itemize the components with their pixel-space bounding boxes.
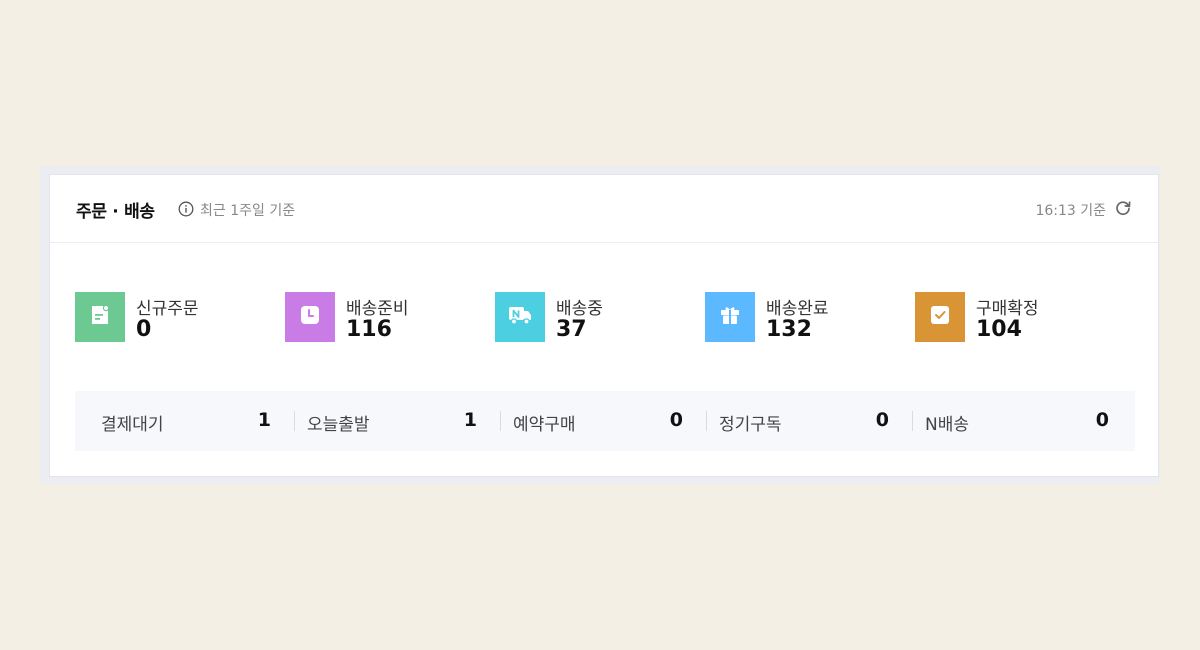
sub-label: 오늘출발 bbox=[307, 415, 370, 435]
sub-value: 0 bbox=[669, 409, 683, 431]
sub-value: 1 bbox=[257, 409, 271, 431]
stat-value: 0 bbox=[136, 317, 152, 342]
stat-value: 37 bbox=[556, 317, 587, 342]
refresh-icon[interactable] bbox=[1114, 199, 1132, 217]
check-icon bbox=[928, 303, 952, 331]
gift-icon bbox=[718, 303, 742, 331]
period-text: 최근 1주일 기준 bbox=[200, 203, 296, 219]
stat-label: 배송중 bbox=[556, 299, 603, 319]
card-header: 주문 · 배송 최근 1주일 기준 16:13 기준 bbox=[50, 175, 1158, 243]
stat-value: 132 bbox=[766, 317, 812, 342]
stat-icon-box bbox=[285, 292, 335, 342]
clock-icon bbox=[298, 303, 322, 331]
stat-icon-box bbox=[75, 292, 125, 342]
sub-label: 예약구매 bbox=[513, 415, 576, 435]
sub-item-n-delivery[interactable]: N배송 0 bbox=[899, 391, 1119, 451]
stat-delivered[interactable]: 배송완료 132 bbox=[705, 292, 905, 344]
stat-shipping[interactable]: 배송중 37 bbox=[495, 292, 695, 344]
truck-icon bbox=[507, 303, 533, 331]
stat-value: 116 bbox=[346, 317, 392, 342]
sub-item-payment-pending[interactable]: 결제대기 1 bbox=[75, 391, 281, 451]
stat-icon-box bbox=[495, 292, 545, 342]
stat-confirmed[interactable]: 구매확정 104 bbox=[915, 292, 1115, 344]
info-icon[interactable] bbox=[178, 201, 194, 217]
sub-status-bar: 결제대기 1 오늘출발 1 예약구매 0 정기구독 0 N배송 0 bbox=[75, 391, 1135, 451]
stat-icon-box bbox=[915, 292, 965, 342]
sub-item-subscription[interactable]: 정기구독 0 bbox=[693, 391, 899, 451]
stat-new-order[interactable]: 신규주문 0 bbox=[75, 292, 275, 344]
stat-value: 104 bbox=[976, 317, 1022, 342]
sub-label: N배송 bbox=[925, 415, 969, 435]
stat-label: 배송준비 bbox=[346, 299, 409, 319]
sub-value: 1 bbox=[463, 409, 477, 431]
updated-time: 16:13 기준 bbox=[1035, 203, 1106, 219]
stat-label: 신규주문 bbox=[136, 299, 199, 319]
stat-preparing[interactable]: 배송준비 116 bbox=[285, 292, 485, 344]
sub-label: 결제대기 bbox=[101, 415, 164, 435]
stat-icon-box bbox=[705, 292, 755, 342]
new-order-icon bbox=[88, 303, 112, 331]
stat-label: 구매확정 bbox=[976, 299, 1039, 319]
sub-item-today-departure[interactable]: 오늘출발 1 bbox=[281, 391, 487, 451]
card-title: 주문 · 배송 bbox=[76, 202, 155, 222]
sub-item-reservation[interactable]: 예약구매 0 bbox=[487, 391, 693, 451]
order-delivery-card: 주문 · 배송 최근 1주일 기준 16:13 기준 신규주문 0 배송준비 1… bbox=[49, 174, 1159, 477]
stat-label: 배송완료 bbox=[766, 299, 829, 319]
sub-value: 0 bbox=[1095, 409, 1109, 431]
sub-label: 정기구독 bbox=[719, 415, 782, 435]
sub-value: 0 bbox=[875, 409, 889, 431]
